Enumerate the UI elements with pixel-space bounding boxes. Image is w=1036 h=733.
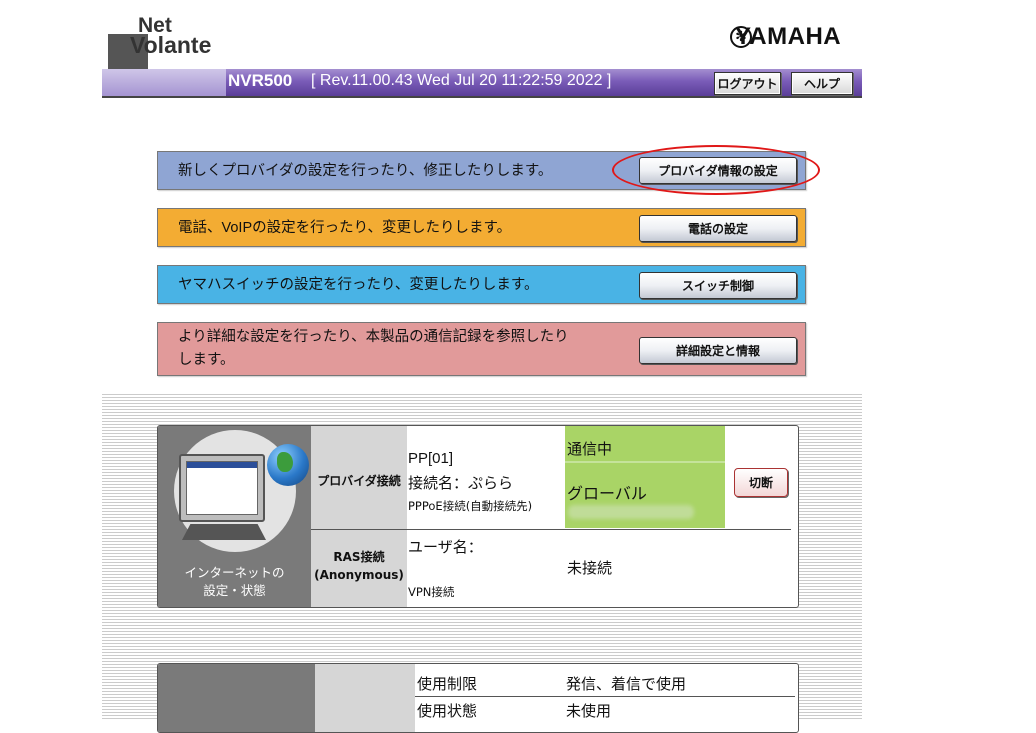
menu-row-switch: ヤマハスイッチの設定を行ったり、変更したりします。 スイッチ制御 xyxy=(157,265,806,304)
internet-panel-label: インターネットの 設定・状態 xyxy=(184,565,285,598)
vpn-connection-label: VPN接続 xyxy=(408,585,455,599)
phone-usage-limit-label: 使用制限 xyxy=(417,676,478,693)
help-button[interactable]: ヘルプ xyxy=(791,72,853,95)
globe-icon xyxy=(267,444,309,486)
phone-usage-state-value: 未使用 xyxy=(566,703,612,720)
provider-status: 通信中 xyxy=(567,441,613,458)
switch-description: ヤマハスイッチの設定を行ったり、変更したりします。 xyxy=(178,277,539,293)
phone-description: 電話、VoIPの設定を行ったり、変更したりします。 xyxy=(178,220,512,236)
phone-usage-state-label: 使用状態 xyxy=(417,703,478,720)
yamaha-logo: ✻ YAMAHA xyxy=(730,23,841,50)
ras-connection-label: RAS接続 (Anonymous) xyxy=(314,550,404,582)
ras-username-label: ユーザ名： xyxy=(408,539,483,556)
provider-settings-button[interactable]: プロバイダ情報の設定 xyxy=(639,157,797,184)
menu-row-advanced: より詳細な設定を行ったり、本製品の通信記録を参照したり します。 詳細設定と情報 xyxy=(157,322,806,376)
menu-row-phone: 電話、VoIPの設定を行ったり、変更したりします。 電話の設定 xyxy=(157,208,806,247)
address-type: グローバル xyxy=(567,486,647,503)
ras-status: 未接続 xyxy=(567,560,613,577)
provider-connection-name: 接続名：ぷらら xyxy=(408,475,514,492)
phone-usage-limit-value: 発信、着信で使用 xyxy=(566,676,687,693)
menu-row-provider: 新しくプロバイダの設定を行ったり、修正したりします。 プロバイダ情報の設定 xyxy=(157,151,806,190)
provider-connection-method: PPPoE接続(自動接続先) xyxy=(408,499,533,513)
internet-panel-sidebar: インターネットの 設定・状態 xyxy=(158,426,311,607)
provider-description: 新しくプロバイダの設定を行ったり、修正したりします。 xyxy=(178,163,553,179)
yamaha-brand-text: YAMAHA xyxy=(735,23,842,50)
model-name: NVR500 xyxy=(228,71,293,90)
advanced-description-line1: より詳細な設定を行ったり、本製品の通信記録を参照したり xyxy=(178,329,569,345)
phone-settings-button[interactable]: 電話の設定 xyxy=(639,215,797,242)
disconnect-button[interactable]: 切断 xyxy=(734,468,788,497)
switch-control-button[interactable]: スイッチ制御 xyxy=(639,272,797,299)
internet-status-panel: インターネットの 設定・状態 プロバイダ接続 PP[01] 接続名：ぷらら PP… xyxy=(157,425,799,608)
advanced-description-line2: します。 xyxy=(178,352,235,368)
advanced-settings-button[interactable]: 詳細設定と情報 xyxy=(639,337,797,364)
computer-icon xyxy=(179,454,265,522)
keyboard-icon xyxy=(182,524,266,540)
phone-status-panel: 使用制限 発信、着信で使用 使用状態 未使用 xyxy=(157,663,799,733)
ip-address-redacted xyxy=(568,505,694,519)
firmware-revision: [ Rev.11.00.43 Wed Jul 20 11:22:59 2022 … xyxy=(311,72,612,89)
logo-volante-text: Volante xyxy=(130,32,212,58)
provider-id: PP[01] xyxy=(408,450,454,467)
provider-connection-label: プロバイダ接続 xyxy=(317,474,401,488)
logout-button[interactable]: ログアウト xyxy=(714,72,781,95)
